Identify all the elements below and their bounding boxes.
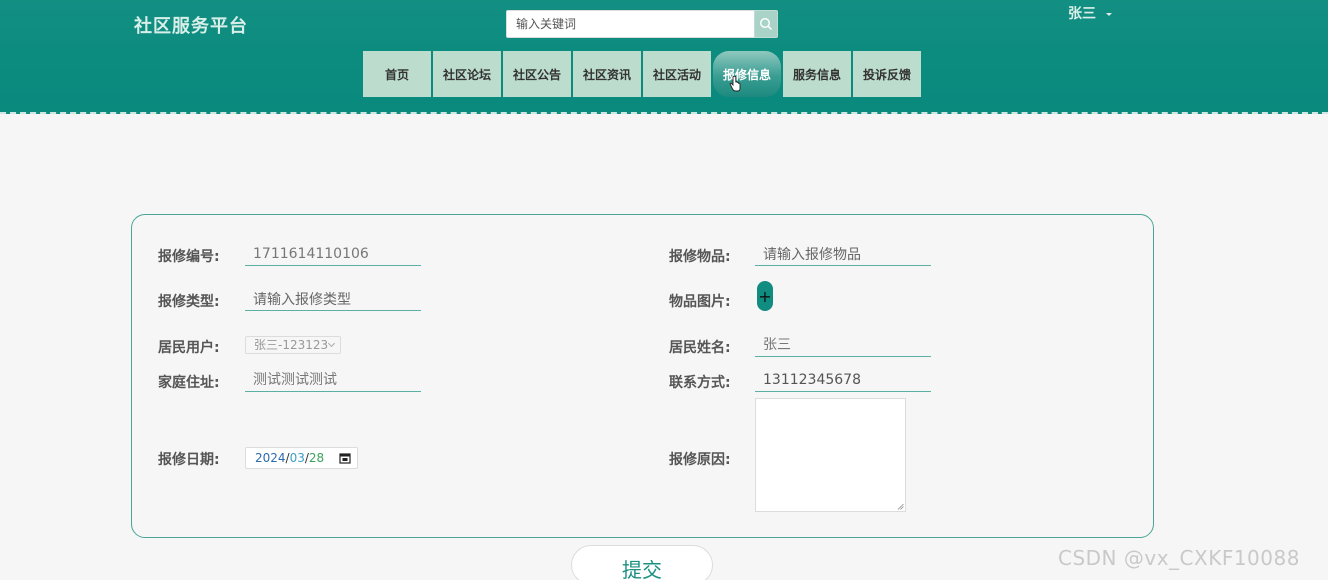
repair-no-label: 报修编号: [158,249,220,265]
header: 社区服务平台 张三 首页 社区论坛 社区公告 社区资讯 社区活动 报修信息 [0,0,1328,114]
contact-field[interactable]: 13112345678 [755,370,931,392]
date-day: 28 [308,451,325,465]
nav-item-feedback[interactable]: 投诉反馈 [853,51,921,97]
upload-image-button[interactable]: + [757,281,773,311]
repair-reason-label: 报修原因: [669,452,731,468]
user-menu[interactable]: 张三 [1068,3,1112,23]
nav-item-notice[interactable]: 社区公告 [503,51,571,97]
repair-type-label: 报修类型: [158,294,220,310]
repair-item-label: 报修物品: [669,249,731,265]
date-year: 2024 [255,451,286,465]
page: 社区服务平台 张三 首页 社区论坛 社区公告 社区资讯 社区活动 报修信息 [0,0,1328,580]
hand-cursor-icon [729,76,741,92]
resident-user-value: 张三-123123 [254,338,329,352]
resize-grip-icon[interactable] [897,503,904,510]
calendar-icon[interactable] [339,452,351,464]
nav-item-service[interactable]: 服务信息 [783,51,851,97]
resident-name-field[interactable]: 张三 [755,335,931,357]
submit-button[interactable]: 提交 [571,545,713,580]
search-box [506,10,778,38]
nav-item-activity[interactable]: 社区活动 [643,51,711,97]
resident-user-label: 居民用户: [158,340,220,356]
item-image-label: 物品图片: [669,294,731,310]
repair-date-label: 报修日期: [158,452,220,468]
resident-user-select[interactable]: 张三-123123 [245,336,341,354]
main-nav: 首页 社区论坛 社区公告 社区资讯 社区活动 报修信息 服务信息 投诉反馈 [363,51,921,97]
plus-icon: + [758,286,772,306]
home-address-field[interactable]: 测试测试测试 [245,370,421,392]
search-button[interactable] [754,10,778,38]
contact-label: 联系方式: [669,375,731,391]
nav-item-home[interactable]: 首页 [363,51,431,97]
repair-item-input[interactable] [755,244,931,266]
date-month: 03 [289,451,305,465]
search-icon [759,17,773,31]
search-input[interactable] [506,10,754,38]
watermark: CSDN @vx_CXKF10088 [1058,546,1300,570]
user-name: 张三 [1068,6,1096,22]
repair-no-field[interactable]: 1711614110106 [245,244,421,266]
nav-item-news[interactable]: 社区资讯 [573,51,641,97]
chevron-down-icon [327,339,336,348]
home-address-label: 家庭住址: [158,375,220,391]
repair-form: 报修编号: 1711614110106 报修物品: 报修类型: 物品图片: + … [131,214,1154,538]
site-title: 社区服务平台 [134,16,248,37]
nav-item-repair[interactable]: 报修信息 [713,51,781,97]
repair-type-input[interactable] [245,289,421,311]
repair-reason-textarea[interactable] [755,398,906,512]
repair-date-input[interactable]: 2024/03/28 [245,447,358,469]
chevron-down-icon [1106,12,1112,16]
resident-name-label: 居民姓名: [669,340,731,356]
nav-item-forum[interactable]: 社区论坛 [433,51,501,97]
